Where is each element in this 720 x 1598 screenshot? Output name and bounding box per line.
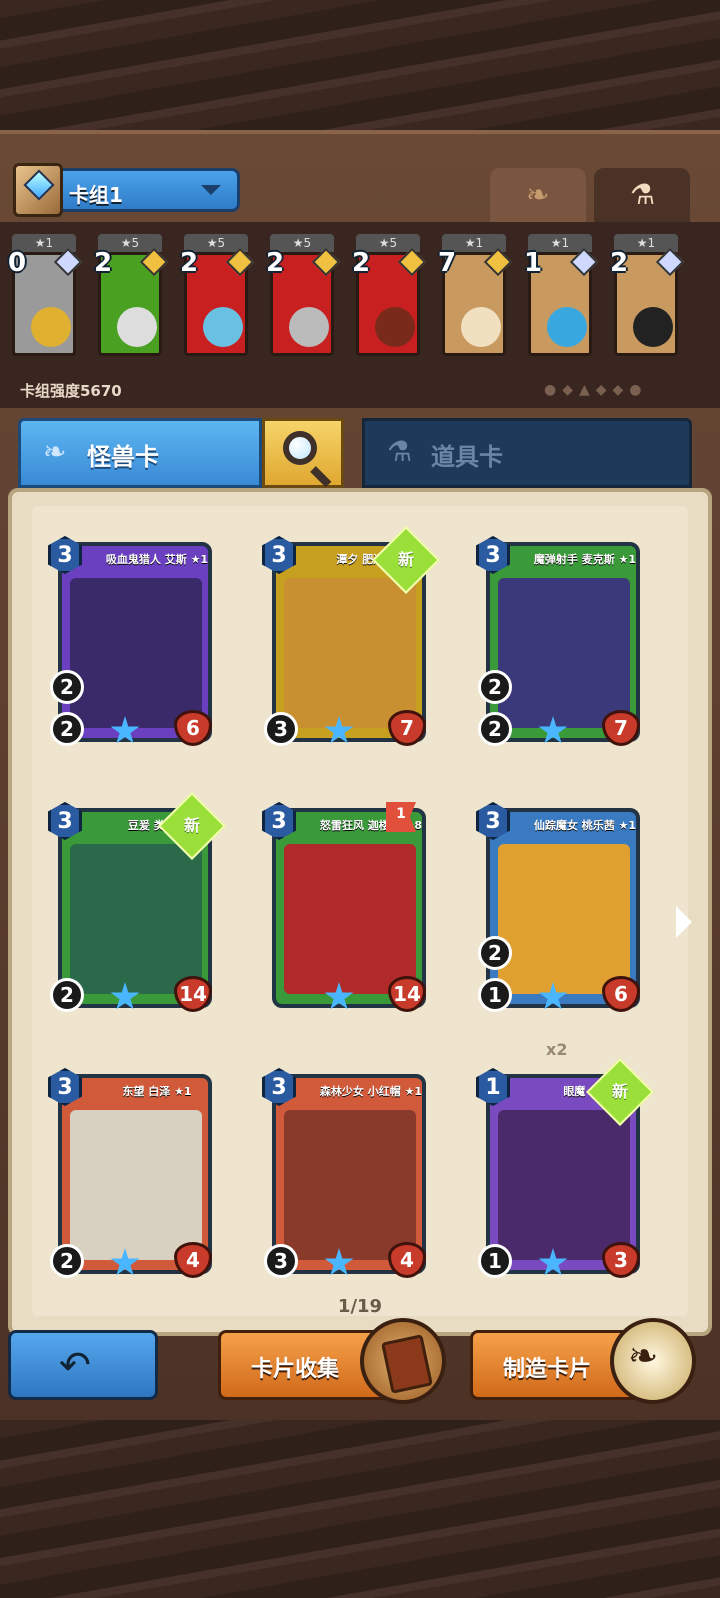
card-title: 森林少女 小红帽 ★1	[312, 1082, 422, 1102]
tab-item-cards[interactable]: ⚗ 道具卡	[362, 418, 692, 488]
monster-card[interactable]: 眼魔 ★1113新x2	[476, 1040, 654, 1278]
card-attack: 1	[478, 1244, 512, 1278]
card-art-icon	[289, 307, 329, 347]
deck-slot[interactable]: ★5 2	[352, 234, 427, 370]
card-art	[498, 844, 630, 994]
monster-card[interactable]: 吸血鬼猎人 艾斯 ★1 3 2 2 6	[48, 536, 212, 746]
card-attack: 2	[50, 978, 84, 1012]
paw-icon: ❧	[526, 178, 550, 211]
tab-monster-filter[interactable]: ❧	[490, 168, 586, 224]
deck-slot[interactable]: ★1 7	[438, 234, 513, 370]
card-attack: 2	[478, 712, 512, 746]
card-art	[284, 844, 416, 994]
deck-slot[interactable]: ★1 2	[610, 234, 685, 370]
element-filter-icons[interactable]: ●◆▲◆◆●	[544, 382, 694, 400]
card-count: x2	[546, 1040, 568, 1059]
card-range: 2	[478, 936, 512, 970]
back-button[interactable]: ↶	[8, 1330, 158, 1400]
deck-power: 卡组强度5670	[20, 382, 122, 400]
monster-card[interactable]: 森林少女 小红帽 ★1 3 3 4	[262, 1068, 426, 1278]
craft-card-label: 制造卡片	[503, 1357, 592, 1382]
card-attack: 3	[264, 1244, 298, 1278]
search-button[interactable]	[262, 418, 344, 488]
monster-card[interactable]: 魔弹射手 麦克斯 ★1 3 2 2 7	[476, 536, 640, 746]
card-range: 2	[478, 670, 512, 704]
back-arrow-icon: ↶	[59, 1343, 91, 1387]
deck-book-icon	[13, 163, 63, 217]
deck-selector[interactable]: 卡组1	[13, 163, 240, 217]
next-page-arrow[interactable]	[676, 906, 692, 938]
card-art	[498, 578, 630, 728]
potion-icon: ⚗	[630, 178, 656, 211]
card-art-icon	[633, 307, 673, 347]
monster-card[interactable]: 仙踪魔女 桃乐茜 ★1 3 1 2 6	[476, 802, 640, 1012]
slot-cost: 2	[180, 248, 199, 278]
card-art-icon	[117, 307, 157, 347]
card-art	[70, 844, 202, 994]
tab-item-label: 道具卡	[431, 443, 503, 471]
card-art-icon	[31, 307, 71, 347]
deck-name: 卡组1	[69, 183, 123, 207]
slot-cost: 7	[438, 248, 457, 278]
card-collection-icon[interactable]	[360, 1318, 446, 1404]
deck-slot[interactable]: ★1 0	[8, 234, 83, 370]
card-title: 仙踪魔女 桃乐茜 ★1	[526, 816, 636, 836]
tab-monster-cards[interactable]: ❧ 怪兽卡	[18, 418, 262, 488]
card-title: 魔弹射手 麦克斯 ★1	[526, 550, 636, 570]
monster-card[interactable]: 豆爰 类 ★13214新	[48, 792, 226, 1012]
card-art-icon	[547, 307, 587, 347]
card-attack: 2	[50, 712, 84, 746]
card-collection-label: 卡片收集	[251, 1357, 340, 1382]
slot-cost: 2	[352, 248, 371, 278]
bottom-wood-border	[0, 1420, 720, 1598]
card-art-icon	[461, 307, 501, 347]
deck-slot[interactable]: ★5 2	[180, 234, 255, 370]
card-art-icon	[203, 307, 243, 347]
chevron-down-icon	[201, 185, 221, 195]
paw-icon: ❧	[43, 435, 67, 468]
card-art-icon	[375, 307, 415, 347]
slot-cost: 2	[94, 248, 113, 278]
slot-cost: 0	[8, 248, 27, 278]
slot-cost: 2	[610, 248, 629, 278]
card-attack: 1	[478, 978, 512, 1012]
deck-slot[interactable]: ★1 1	[524, 234, 599, 370]
card-art	[70, 578, 202, 728]
tab-monster-label: 怪兽卡	[87, 443, 159, 471]
card-art	[70, 1110, 202, 1260]
deck-slot[interactable]: ★5 2	[266, 234, 341, 370]
card-art	[498, 1110, 630, 1260]
monster-card[interactable]: 潭夕 肥遗 ★1337新	[262, 526, 440, 746]
card-art	[284, 578, 416, 728]
card-range: 2	[50, 670, 84, 704]
tab-item-filter[interactable]: ⚗	[594, 168, 690, 224]
potion-icon: ⚗	[387, 435, 413, 468]
deck-slot[interactable]: ★5 2	[94, 234, 169, 370]
card-art	[284, 1110, 416, 1260]
craft-potion-icon[interactable]: ❧	[610, 1318, 696, 1404]
card-title: 吸血鬼猎人 艾斯 ★1	[98, 550, 208, 570]
card-title: 东望 白泽 ★1	[98, 1082, 208, 1102]
slot-cost: 2	[266, 248, 285, 278]
search-icon	[283, 431, 317, 465]
monster-card[interactable]: 东望 白泽 ★1 3 2 4	[48, 1068, 212, 1278]
card-attack: 2	[50, 1244, 84, 1278]
card-attack: 3	[264, 712, 298, 746]
slot-cost: 1	[524, 248, 543, 278]
monster-card[interactable]: 怒雷狂风 迦楼罗 ★8 3 14 1	[262, 802, 426, 1012]
page-indicator: 1/19	[337, 1296, 383, 1317]
